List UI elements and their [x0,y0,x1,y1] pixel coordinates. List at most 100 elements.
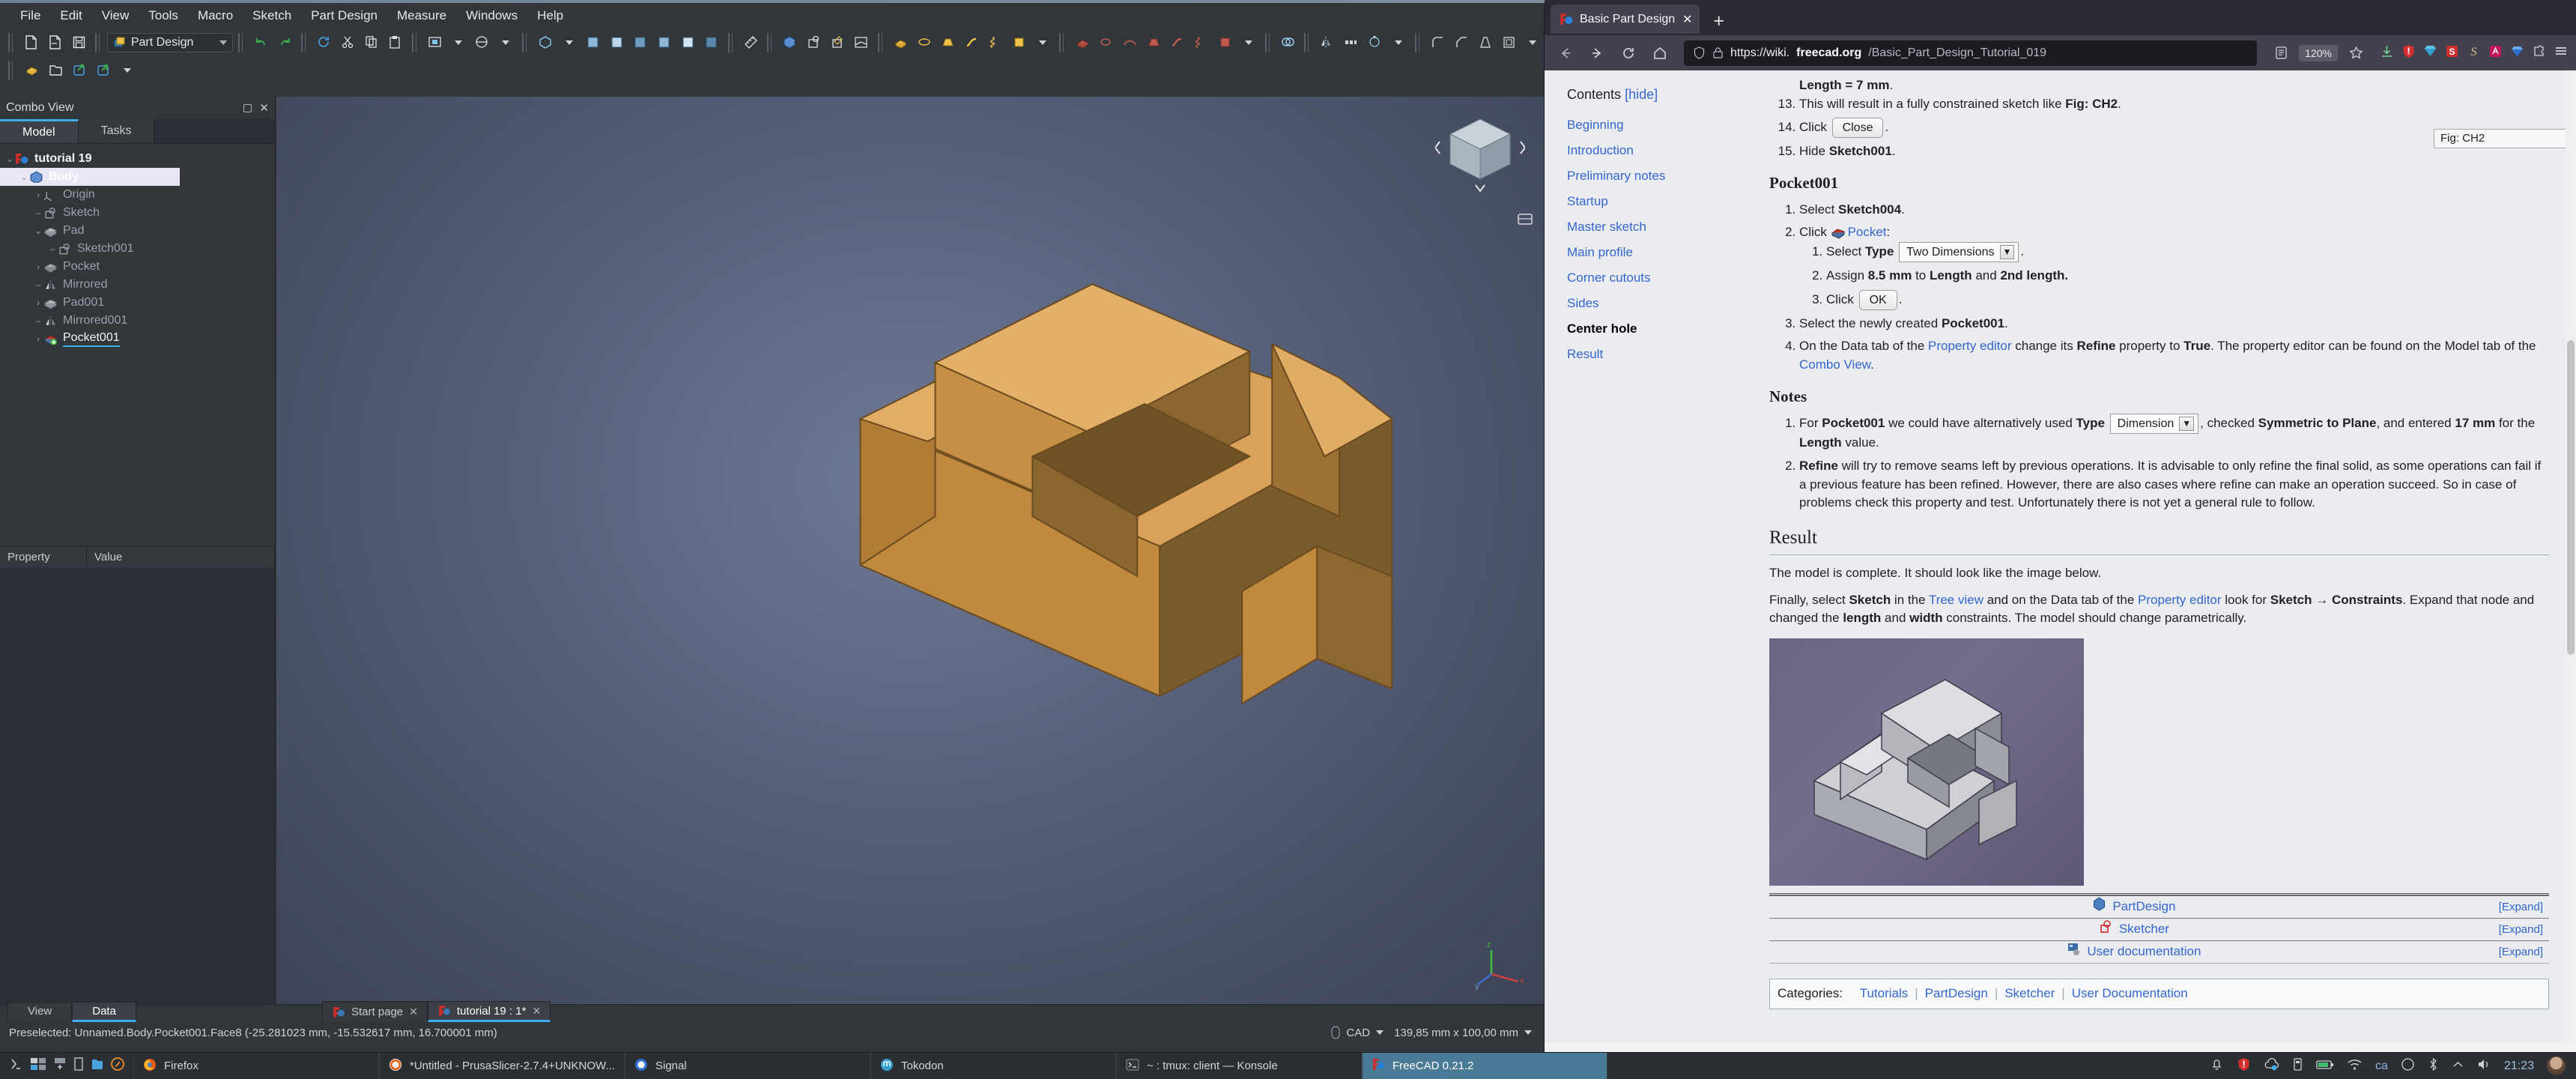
paste-icon[interactable] [384,31,407,54]
category-link[interactable]: User Documentation [2072,985,2188,1003]
ok-button[interactable]: OK [1858,289,1897,310]
menu-windows[interactable]: Windows [456,5,527,26]
tab-model[interactable]: Model [0,119,79,143]
figure-tab[interactable]: Fig: CH2 [2434,129,2569,148]
subtractive-dropdown-icon[interactable] [1237,31,1260,54]
link-make-icon[interactable] [68,59,91,82]
subtractive-pipe-icon[interactable] [1166,31,1189,54]
additive-primitive-icon[interactable] [1008,31,1031,54]
workbench-selector[interactable]: Part Design [106,32,233,52]
combo-view-link[interactable]: Combo View [1799,357,1870,372]
toolbar-handle-2[interactable] [94,32,102,52]
category-link[interactable]: Sketcher [2004,985,2055,1003]
toc-hide-link[interactable]: [hide] [1625,87,1658,102]
toolbar-handle-12[interactable] [1304,32,1312,52]
open-document-icon[interactable] [44,31,67,54]
polar-pattern-icon[interactable] [1363,31,1386,54]
add-widget-icon[interactable] [54,1057,66,1075]
edit-sketch-icon[interactable] [826,31,849,54]
create-part-icon[interactable] [20,59,43,82]
expand-arrow-icon[interactable]: › [33,333,43,344]
bitwarden-tray-icon[interactable] [2237,1057,2251,1075]
menu-macro[interactable]: Macro [188,5,243,26]
type-select[interactable]: Two Dimensions ▼ [1899,241,2019,263]
browser-tab[interactable]: Basic Part Design Tutorial 01 ✕ [1551,4,1700,34]
new-tab-button[interactable]: + [1700,12,1738,35]
close-icon[interactable]: ✕ [409,1006,418,1018]
drawstyle-dropdown-icon[interactable] [495,31,518,54]
measure-icon[interactable] [739,31,762,54]
home-icon[interactable] [1646,40,1673,66]
redo-icon[interactable] [273,31,296,54]
back-icon[interactable] [1552,40,1579,66]
refresh-icon[interactable] [313,31,336,54]
navbox-link[interactable]: User documentation [2087,943,2201,961]
toc-link-startup[interactable]: Startup [1567,194,1762,209]
subtractive-helix-icon[interactable] [1190,31,1213,54]
toolbar-handle-4[interactable] [301,32,308,52]
bookmark-star-icon[interactable] [2342,40,2369,66]
forward-icon[interactable] [1584,40,1610,66]
view-dropdown-icon[interactable] [447,31,470,54]
tree-item-pad[interactable]: ⌄ Pad [0,222,275,240]
tree-item-mirrored[interactable]: – Mirrored [0,276,275,294]
rear-view-icon[interactable] [653,31,676,54]
app-menu-icon[interactable] [2554,43,2569,62]
additive-helix-icon[interactable] [984,31,1007,54]
reload-icon[interactable] [1615,40,1642,66]
tree-item-tutorial-19[interactable]: ⌄ tutorial 19 [0,150,275,168]
category-link[interactable]: Tutorials [1860,985,1909,1003]
viewport-corner-icon[interactable] [1517,211,1533,231]
hole-icon[interactable] [1095,31,1118,54]
usb-device-icon[interactable] [2292,1057,2303,1075]
front-view-icon[interactable] [582,31,604,54]
property-editor-link[interactable]: Property editor [1928,339,2012,353]
create-sketch-icon[interactable] [803,31,825,54]
download-icon[interactable] [2380,44,2394,62]
doc-tab-tutorial-19[interactable]: tutorial 19 : 1* ✕ [427,1001,551,1022]
fillet-icon[interactable] [1427,31,1449,54]
toolbar-handle-5[interactable] [411,32,419,52]
thickness-icon[interactable] [1498,31,1521,54]
toc-link-corner-cutouts[interactable]: Corner cutouts [1567,270,1762,285]
night-color-icon[interactable] [2401,1057,2415,1075]
file-manager-icon[interactable] [73,1057,84,1075]
float-panel-icon[interactable] [243,103,252,112]
3d-viewport[interactable]: z x y [276,97,1544,1004]
menu-measure[interactable]: Measure [387,5,456,26]
tree-item-mirrored001[interactable]: – Mirrored001 [0,312,275,330]
menu-edit[interactable]: Edit [50,5,91,26]
taskbar-task-tokodon[interactable]: Tokodon [870,1053,1116,1079]
menu-part-design[interactable]: Part Design [301,5,387,26]
folder-icon[interactable] [91,1057,103,1075]
extensions-puzzle-icon[interactable] [2532,44,2546,62]
menu-help[interactable]: Help [527,5,573,26]
toolbar-handle-7[interactable] [727,32,735,52]
user-avatar[interactable] [2547,1057,2566,1075]
toolbar-handle-13[interactable] [1414,32,1422,52]
pocket-link[interactable]: Pocket [1848,225,1887,239]
left-view-icon[interactable] [700,31,723,54]
map-sketch-icon[interactable] [850,31,873,54]
close-panel-icon[interactable]: ✕ [259,103,269,114]
tree-item-pad001[interactable]: › Pad001 [0,294,275,312]
bitwarden-extension-icon[interactable] [2401,44,2416,62]
tree-item-origin[interactable]: › Origin [0,186,275,204]
link-group-icon[interactable] [92,59,115,82]
keyboard-layout-indicator[interactable]: ca [2375,1060,2388,1073]
menu-file[interactable]: File [10,5,50,26]
additive-dropdown-icon[interactable] [1032,31,1055,54]
tree-item-pocket[interactable]: › Pocket [0,258,275,276]
groove-icon[interactable] [1119,31,1142,54]
navigation-style-selector[interactable]: CAD [1331,1026,1384,1039]
doc-tab-start-page[interactable]: Start page ✕ [321,1001,428,1022]
navbox-link[interactable]: Sketcher [2119,920,2169,939]
create-body-icon[interactable] [779,31,801,54]
tray-expand-icon[interactable] [2452,1057,2464,1075]
boolean-icon[interactable] [1277,31,1300,54]
menu-view[interactable]: View [92,5,139,26]
menu-sketch[interactable]: Sketch [243,5,301,26]
subtractive-loft-icon[interactable] [1142,31,1165,54]
tree-view-link[interactable]: Tree view [1929,593,1983,607]
close-button[interactable]: Close [1831,118,1884,139]
